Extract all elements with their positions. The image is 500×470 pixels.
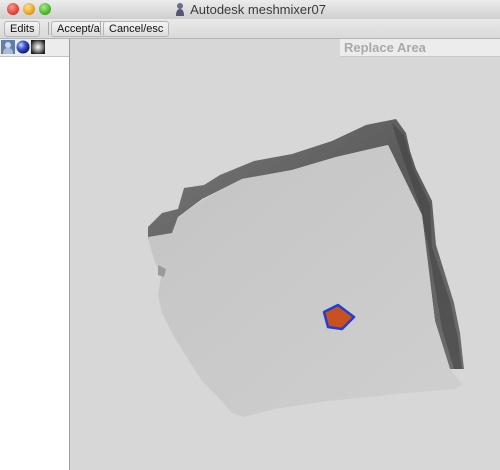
cancel-button[interactable]: Cancel/esc	[103, 21, 170, 37]
window-titlebar: Autodesk meshmixer07	[0, 0, 500, 20]
shading-square-icon[interactable]	[30, 39, 46, 55]
left-panel	[0, 39, 70, 470]
window-title-area: Autodesk meshmixer07	[0, 2, 500, 17]
menubar: Edits Accept/a Cancel/esc	[0, 19, 500, 39]
tool-panel-title: Replace Area	[340, 39, 500, 57]
mesh-render	[148, 119, 464, 417]
edits-menu[interactable]: Edits	[4, 21, 41, 37]
3d-viewport[interactable]: Replace Area	[70, 39, 500, 470]
bust-figure-icon[interactable]	[1, 40, 15, 54]
left-panel-toolbar	[0, 39, 69, 57]
sphere-icon[interactable]	[16, 40, 30, 54]
menu-separator	[100, 22, 101, 35]
window-title: Autodesk meshmixer07	[190, 2, 326, 17]
accept-button[interactable]: Accept/a	[51, 21, 106, 37]
meshmixer-app-icon	[176, 3, 185, 16]
menu-separator	[48, 22, 49, 35]
